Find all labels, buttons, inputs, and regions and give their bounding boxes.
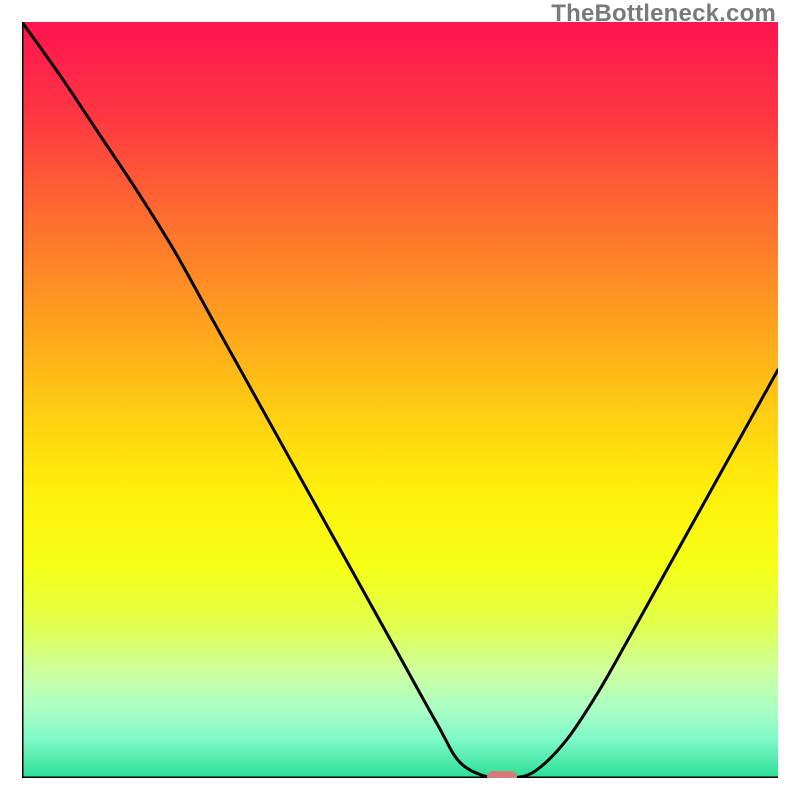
chart-svg [22,22,778,778]
optimal-marker [487,771,517,778]
gradient-background [22,22,778,778]
bottleneck-chart: TheBottleneck.com [0,0,800,800]
plot-area [22,22,778,778]
